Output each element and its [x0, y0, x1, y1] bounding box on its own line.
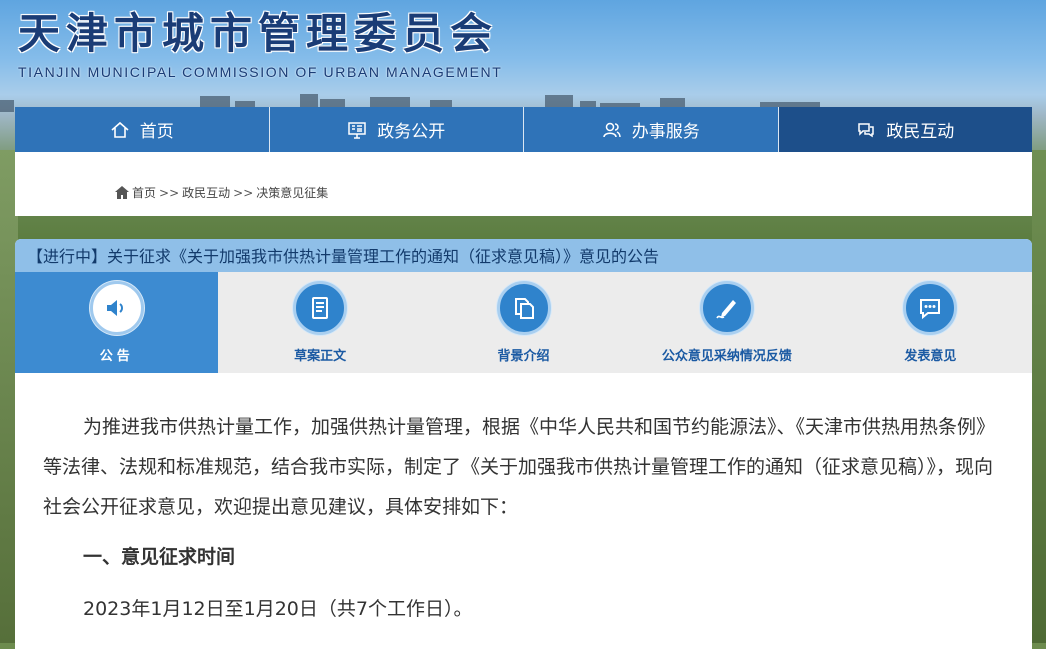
- monitor-doc-icon: [347, 120, 367, 140]
- home-outline-icon: [110, 120, 130, 140]
- nav-item-gov-affairs[interactable]: 政务公开: [269, 107, 524, 152]
- notice-panel: 【进行中】关于征求《关于加强我市供热计量管理工作的通知（征求意见稿）》意见的公告…: [15, 239, 1032, 649]
- notice-tabs: 公告 草案正文 背景介绍 公众意见采纳情况反馈 发表意见: [15, 272, 1032, 373]
- nav-item-label: 办事服务: [631, 122, 700, 142]
- foliage-right: [1032, 150, 1046, 643]
- breadcrumb: 首页 >> 政民互动 >> 决策意见征集: [115, 184, 328, 201]
- chat-bubbles-icon: [856, 120, 876, 140]
- pen-edit-icon: [716, 300, 736, 319]
- tab-icon-circle: [89, 281, 144, 335]
- home-icon: [115, 186, 129, 199]
- tab-announcement[interactable]: 公告: [15, 272, 219, 373]
- nav-item-label: 政务公开: [377, 122, 446, 142]
- tab-label: 发表意见: [904, 349, 957, 364]
- notice-content: 为推进我市供热计量工作，加强供热计量管理，根据《中华人民共和国节约能源法》、《天…: [15, 407, 1032, 629]
- tab-icon-circle: [496, 281, 551, 335]
- nav-item-label: 政民互动: [886, 122, 955, 142]
- nav-item-interaction[interactable]: 政民互动: [778, 107, 1032, 152]
- breadcrumb-level2-link[interactable]: 决策意见征集: [256, 184, 328, 201]
- tab-icon-circle: [903, 281, 958, 335]
- speaker-icon: [106, 300, 123, 316]
- tab-label: 公告: [99, 349, 134, 364]
- tab-label: 公众意见采纳情况反馈: [661, 349, 792, 364]
- copy-files-icon: [514, 298, 534, 319]
- site-subtitle: TIANJIN MUNICIPAL COMMISSION OF URBAN MA…: [18, 64, 503, 80]
- site-title: 天津市城市管理委员会: [18, 9, 499, 58]
- tab-label: 背景介绍: [497, 349, 550, 364]
- main-nav: 首页 政务公开 办事服务 政民互动: [15, 107, 1032, 152]
- breadcrumb-level1-link[interactable]: 政民互动: [182, 184, 230, 201]
- tab-icon-circle: [293, 281, 348, 335]
- nav-item-services[interactable]: 办事服务: [524, 107, 779, 152]
- tab-label: 草案正文: [294, 349, 347, 364]
- nav-item-label: 首页: [139, 122, 174, 142]
- document-icon: [312, 297, 329, 319]
- breadcrumb-home-link[interactable]: 首页: [132, 184, 156, 201]
- tab-background[interactable]: 背景介绍: [422, 272, 625, 373]
- tab-draft-text[interactable]: 草案正文: [218, 272, 421, 373]
- breadcrumb-separator: >>: [159, 185, 180, 200]
- breadcrumb-bar: 首页 >> 政民互动 >> 决策意见征集: [15, 152, 1032, 216]
- breadcrumb-separator: >>: [233, 185, 254, 200]
- nav-item-home[interactable]: 首页: [15, 107, 270, 152]
- tab-feedback[interactable]: 公众意见采纳情况反馈: [625, 272, 828, 373]
- tab-submit-opinion[interactable]: 发表意见: [829, 272, 1032, 373]
- notice-title: 【进行中】关于征求《关于加强我市供热计量管理工作的通知（征求意见稿）》意见的公告: [15, 239, 1032, 272]
- section-heading: 一、意见征求时间: [83, 546, 236, 568]
- notice-paragraph: 为推进我市供热计量工作，加强供热计量管理，根据《中华人民共和国节约能源法》、《天…: [43, 416, 996, 518]
- people-icon: [602, 120, 622, 140]
- comment-icon: [920, 299, 941, 320]
- section-body: 2023年1月12日至1月20日（共7个工作日）。: [83, 598, 473, 620]
- tab-icon-circle: [699, 281, 754, 335]
